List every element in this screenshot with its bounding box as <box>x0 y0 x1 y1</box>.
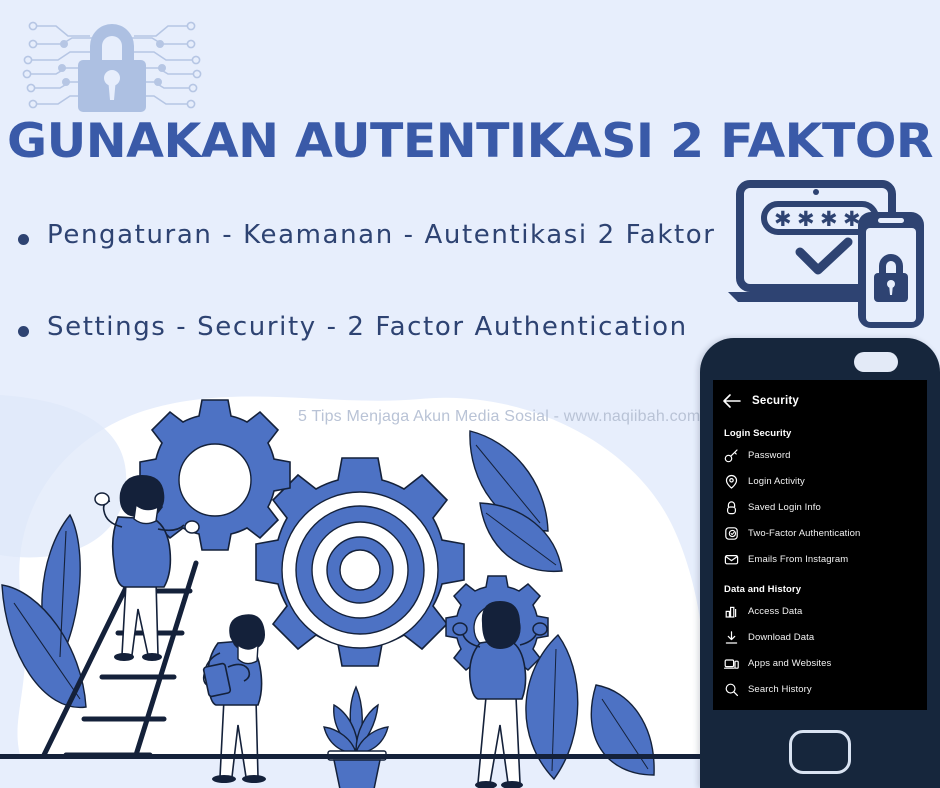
shield-check-icon <box>724 526 739 541</box>
menu-label: Apps and Websites <box>748 657 832 669</box>
infographic-poster: GUNAKAN AUTENTIKASI 2 FAKTOR Pengaturan … <box>0 0 940 788</box>
phone-mockup: Security Login Security Password Login A… <box>700 338 940 788</box>
devices-illustration: ✱ ✱ ✱ ✱ <box>718 176 940 328</box>
smartphone-icon <box>858 212 924 328</box>
screen-header: Security <box>713 380 927 416</box>
bullet-dot-icon <box>18 234 29 245</box>
location-pin-icon <box>724 474 739 489</box>
gears-team-illustration <box>0 395 720 788</box>
menu-label: Download Data <box>748 631 815 643</box>
watermark-text: 5 Tips Menjaga Akun Media Sosial - www.n… <box>298 408 701 425</box>
menu-label: Saved Login Info <box>748 501 821 513</box>
ground-line <box>0 754 720 759</box>
menu-label: Login Activity <box>748 475 805 487</box>
home-button[interactable] <box>789 730 851 774</box>
screen-title: Security <box>752 395 799 407</box>
menu-item-saved-login-info[interactable]: Saved Login Info <box>713 494 927 520</box>
key-icon <box>724 448 739 463</box>
menu-item-emails-from-instagram[interactable]: Emails From Instagram <box>713 546 927 572</box>
bullet-text: Settings - Security - 2 Factor Authentic… <box>47 312 688 342</box>
menu-label: Emails From Instagram <box>748 553 849 565</box>
svg-text:✱: ✱ <box>797 207 815 231</box>
speaker-pill <box>854 352 898 372</box>
menu-item-search-history[interactable]: Search History <box>713 676 927 702</box>
section-label-login-security: Login Security <box>724 428 792 439</box>
back-arrow-icon[interactable] <box>722 393 742 409</box>
devices-icon <box>724 656 739 671</box>
padlock-circuit-icon <box>12 8 212 120</box>
phone-screen: Security Login Security Password Login A… <box>713 380 927 710</box>
menu-item-download-data[interactable]: Download Data <box>713 624 927 650</box>
download-icon <box>724 630 739 645</box>
bullet-dot-icon <box>18 326 29 337</box>
page-title: GUNAKAN AUTENTIKASI 2 FAKTOR <box>7 114 934 169</box>
bar-chart-icon <box>724 604 739 619</box>
menu-label: Access Data <box>748 605 803 617</box>
bullet-text: Pengaturan - Keamanan - Autentikasi 2 Fa… <box>47 220 716 250</box>
menu-label: Two-Factor Authentication <box>748 527 861 539</box>
section-label-data-and-history: Data and History <box>724 584 802 595</box>
search-icon <box>724 682 739 697</box>
menu-item-two-factor-authentication[interactable]: Two-Factor Authentication <box>713 520 927 546</box>
menu-item-apps-and-websites[interactable]: Apps and Websites <box>713 650 927 676</box>
menu-item-password[interactable]: Password <box>713 442 927 468</box>
menu-label: Password <box>748 449 791 461</box>
list-item: Pengaturan - Keamanan - Autentikasi 2 Fa… <box>18 218 730 252</box>
menu-label: Search History <box>748 683 812 695</box>
list-item: Settings - Security - 2 Factor Authentic… <box>18 310 730 344</box>
padlock-icon <box>724 500 739 515</box>
envelope-icon <box>724 552 739 567</box>
bullet-list: Pengaturan - Keamanan - Autentikasi 2 Fa… <box>18 218 730 402</box>
svg-text:✱: ✱ <box>774 207 792 231</box>
svg-text:✱: ✱ <box>843 207 861 231</box>
menu-item-login-activity[interactable]: Login Activity <box>713 468 927 494</box>
svg-text:✱: ✱ <box>820 207 838 231</box>
menu-item-access-data[interactable]: Access Data <box>713 598 927 624</box>
